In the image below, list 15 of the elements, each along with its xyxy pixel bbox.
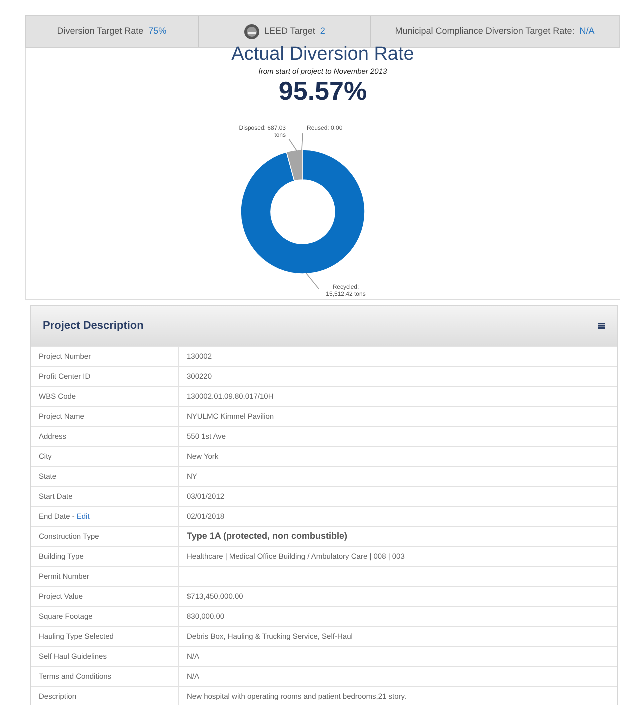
leader-line	[288, 138, 298, 152]
chart-title: Actual Diversion Rate	[232, 44, 414, 66]
target-value: 75%	[148, 24, 167, 38]
diversion-rate: 95.57%	[278, 77, 368, 106]
leed-badge-icon	[244, 24, 260, 40]
target-value: N/A	[580, 24, 595, 38]
menu-icon[interactable]	[598, 323, 605, 329]
target-label: LEED Target	[264, 24, 316, 38]
leader-line	[306, 272, 320, 290]
target-value: 2	[320, 24, 326, 38]
target-label: Diversion Target Rate	[57, 24, 144, 38]
panel-title: Project Description	[43, 318, 144, 334]
field-value: Type 1A (protected, non combustible)	[187, 530, 348, 543]
target-label: Municipal Compliance Diversion Target Rate:	[395, 24, 575, 38]
leader-line	[302, 132, 304, 151]
